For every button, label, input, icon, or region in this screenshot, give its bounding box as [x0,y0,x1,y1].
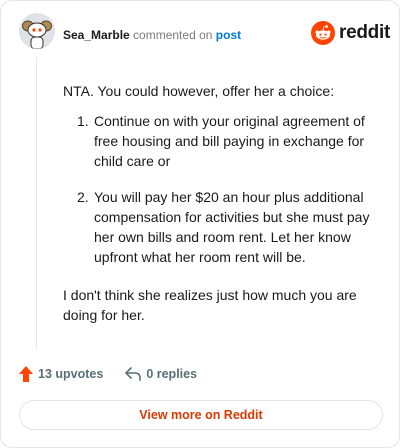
reply-count: 0 replies [146,367,198,381]
username-link[interactable]: Sea_Marble [63,28,130,42]
list-item-text: Continue on with your original agreement… [94,113,365,169]
upvote-count: 13 upvotes [38,367,104,381]
comment-closing: I don't think she realizes just how much… [63,287,357,323]
reddit-logo[interactable]: reddit [311,21,390,45]
list-item-number: 2. [77,189,89,205]
reddit-snoo-icon [311,21,335,45]
comment-embed-card: Sea_Marble commented on post reddit NTA.… [0,0,400,448]
post-link[interactable]: post [216,28,241,42]
user-avatar[interactable] [19,13,55,49]
comment-header: Sea_Marble commented on post [63,28,241,42]
list-item-text: You will pay her $20 an hour plus additi… [94,189,370,265]
commented-on-text: commented on [133,28,213,42]
reddit-wordmark: reddit [339,22,390,43]
reply-button[interactable]: 0 replies [125,367,197,381]
view-more-button[interactable]: View more on Reddit [19,400,383,430]
list-item-number: 1. [77,113,89,129]
reply-arrow-icon [125,367,142,381]
upvote-arrow-icon [19,366,33,382]
upvote-button[interactable]: 13 upvotes [19,366,103,382]
snoo-avatar-icon [19,13,55,49]
comment-intro: NTA. You could however, offer her a choi… [63,83,335,99]
comment-footer: 13 upvotes 0 replies [19,366,219,382]
thread-line [36,57,37,349]
